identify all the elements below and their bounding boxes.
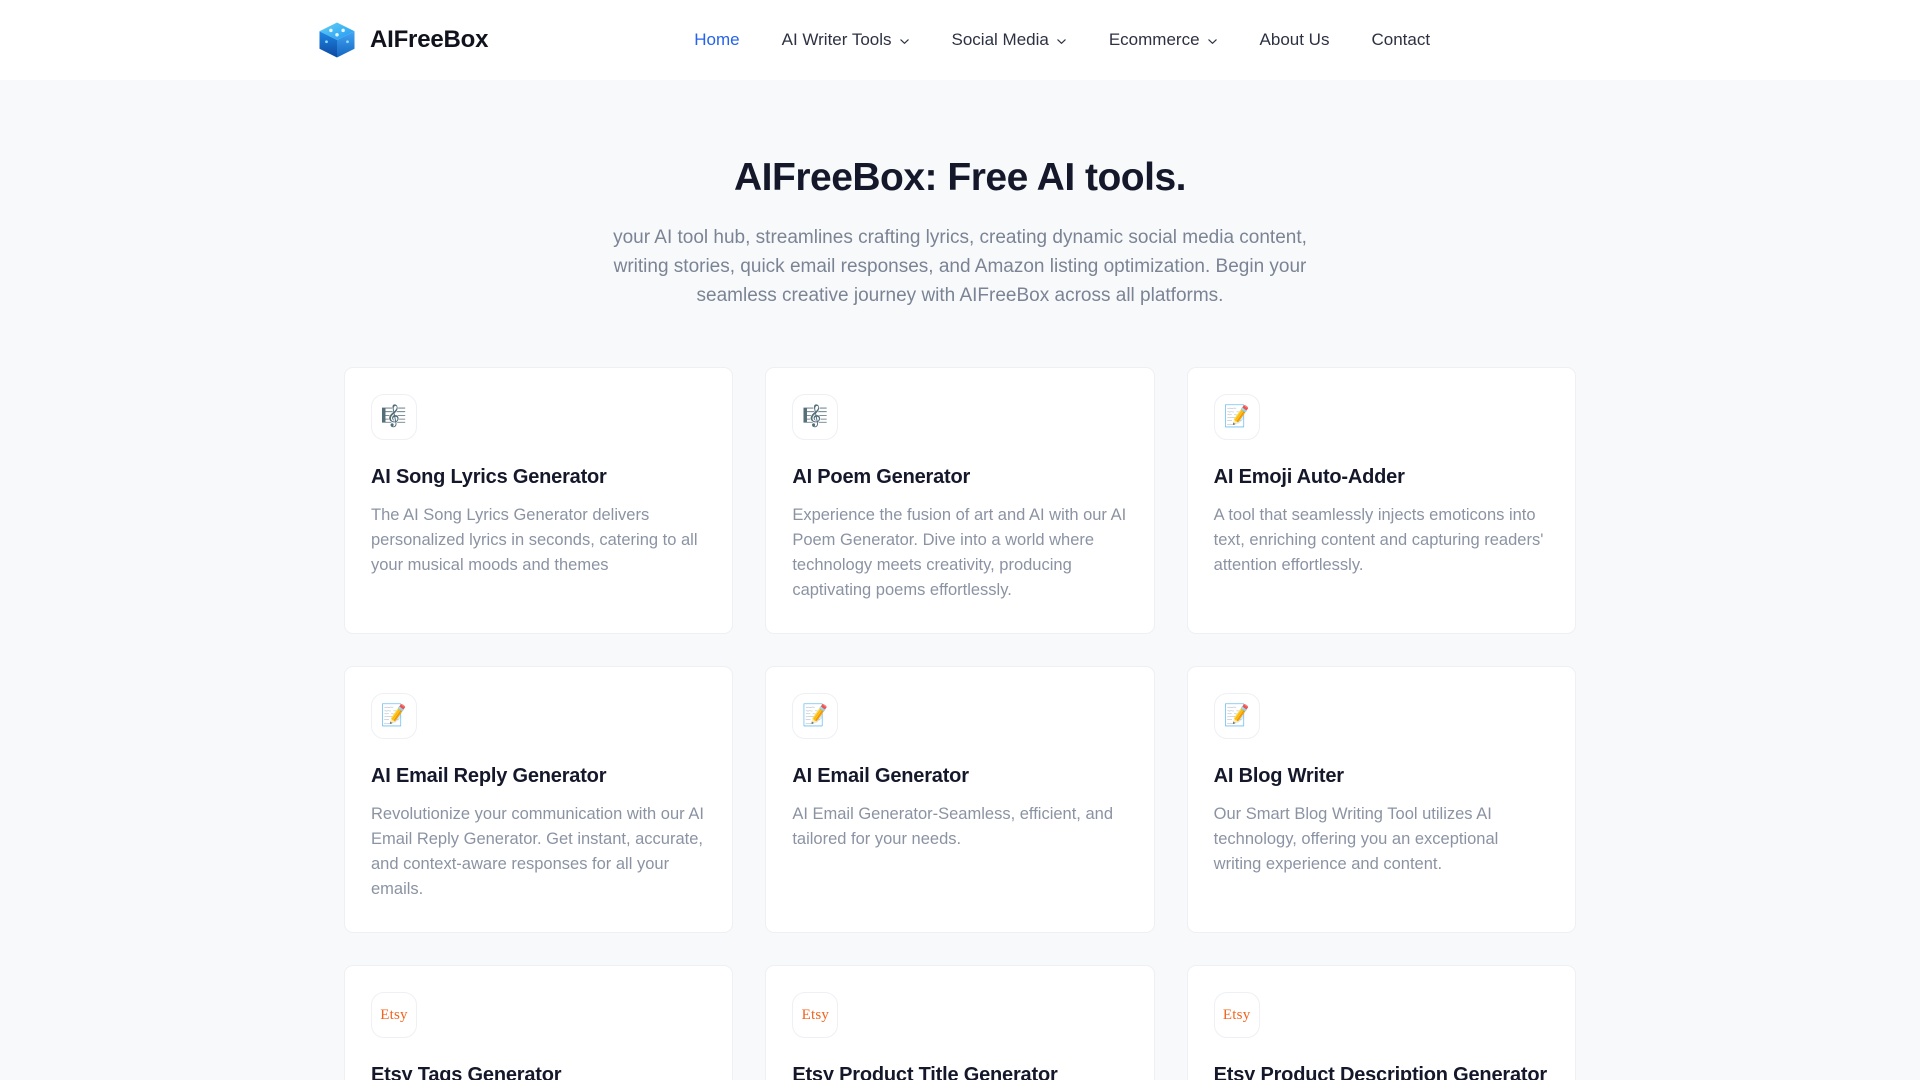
sheet-music-icon: 🎼 [371,393,417,440]
tool-card-title: Etsy Tags Generator [371,1064,562,1080]
brand-name: AIFreeBox [370,26,489,53]
tool-card-description: A tool that seamlessly injects emoticons… [1213,505,1544,574]
tool-card-description: Revolutionize your communication with ou… [371,804,704,899]
hero-section: AIFreeBox: Free AI tools. your AI tool h… [0,80,1920,311]
nav-item-contact[interactable]: Contact [1350,20,1451,60]
etsy-logo-icon: Etsy [1213,992,1260,1039]
tool-card-description: The AI Song Lyrics Generator delivers pe… [371,505,698,574]
nav-item-about-us[interactable]: About Us [1239,20,1351,60]
chevron-down-icon [1056,36,1067,47]
tool-card-title: AI Poem Generator [792,465,971,488]
tool-card-description: Experience the fusion of art and AI with… [792,505,1127,599]
nav-item-home[interactable]: Home [673,20,760,60]
memo-pencil-icon: 📝 [792,692,839,739]
nav-item-label: Home [694,30,740,49]
blue-3d-box-icon [316,19,358,61]
nav-item-label: Contact [1371,30,1431,49]
tool-card[interactable]: 📝 AI Email Reply Generator Revolutionize… [344,665,734,934]
tool-card[interactable]: 🎼 AI Poem Generator Experience the fusio… [765,366,1155,634]
memo-pencil-icon: 📝 [1213,393,1260,440]
memo-pencil-icon: 📝 [1213,692,1260,739]
nav-item-ai-writer-tools[interactable]: AI Writer Tools [761,20,931,60]
brand-logo-link[interactable]: AIFreeBox [316,19,488,61]
nav-item-social-media[interactable]: Social Media [931,20,1088,60]
hero-subtitle: your AI tool hub, streamlines crafting l… [613,227,1307,306]
memo-pencil-icon: 📝 [371,692,417,739]
tool-card-title: AI Blog Writer [1213,764,1344,787]
etsy-logo-icon: Etsy [792,992,839,1039]
chevron-down-icon [899,36,910,47]
tool-card-title: AI Song Lyrics Generator [371,465,607,488]
main-navigation: Home AI Writer Tools Social Media Ecomme… [673,20,1451,60]
site-header: AIFreeBox Home AI Writer Tools Social Me… [0,0,1920,80]
page-title: AIFreeBox: Free AI tools. [734,156,1186,199]
tool-card[interactable]: 🎼 AI Song Lyrics Generator The AI Song L… [344,366,734,634]
nav-item-label: About Us [1259,30,1330,49]
nav-item-label: Social Media [951,30,1049,49]
tool-card-description: Our Smart Blog Writing Tool utilizes AI … [1213,804,1499,874]
chevron-down-icon [1207,36,1218,47]
tool-card-title: Etsy Product Title Generator [792,1064,1058,1080]
tool-card-title: AI Emoji Auto-Adder [1213,465,1405,488]
nav-item-ecommerce[interactable]: Ecommerce [1088,20,1239,60]
tool-card[interactable]: Etsy Etsy Product Title Generator Need a… [765,965,1155,1080]
tool-card[interactable]: 📝 AI Blog Writer Our Smart Blog Writing … [1186,665,1576,934]
tool-card[interactable]: 📝 AI Emoji Auto-Adder A tool that seamle… [1186,366,1576,634]
tool-card[interactable]: Etsy Etsy Tags Generator Use our tags ge… [344,965,734,1080]
tool-card[interactable]: 📝 AI Email Generator AI Email Generator-… [765,665,1155,934]
tool-card-title: AI Email Reply Generator [371,764,607,787]
nav-item-label: Ecommerce [1108,30,1200,49]
sheet-music-icon: 🎼 [792,393,839,440]
tool-card-title: Etsy Product Description Generator [1213,1064,1547,1080]
etsy-logo-icon: Etsy [371,992,417,1039]
tool-card-title: AI Email Generator [792,764,969,787]
tool-card[interactable]: Etsy Etsy Product Description Generator … [1186,965,1576,1080]
nav-item-label: AI Writer Tools [781,30,892,49]
tool-card-grid: 🎼 AI Song Lyrics Generator The AI Song L… [344,366,1576,1080]
tool-card-description: AI Email Generator-Seamless, efficient, … [792,804,1114,849]
